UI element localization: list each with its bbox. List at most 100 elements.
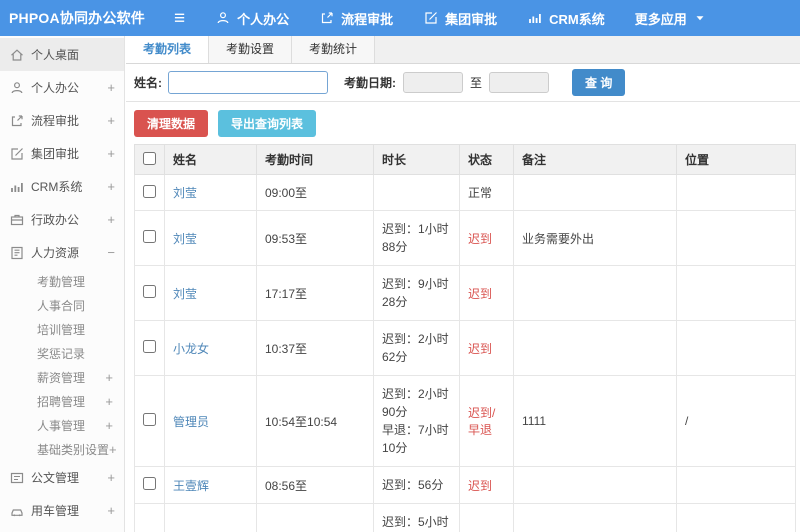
collapse-icon[interactable]: − xyxy=(107,245,115,260)
expand-icon[interactable]: + xyxy=(107,179,115,194)
row-checkbox-cell xyxy=(134,503,165,532)
sidebar-subitem[interactable]: 人事合同 xyxy=(0,293,124,317)
home-icon xyxy=(9,47,25,63)
employee-name-link[interactable]: 刘莹 xyxy=(164,174,257,211)
menu-toggle-icon[interactable]: ≡ xyxy=(174,9,185,28)
sidebar-item-label: 个人办公 xyxy=(31,81,80,95)
row-checkbox-cell xyxy=(134,210,165,266)
duration: 迟到：9小时28分 xyxy=(373,265,460,321)
row-checkbox[interactable] xyxy=(143,477,156,490)
attendance-time: 09:00至 xyxy=(256,174,374,211)
row-checkbox[interactable] xyxy=(143,413,156,426)
sidebar-item[interactable]: 集团审批 + xyxy=(0,137,124,170)
search-button[interactable]: 查 询 xyxy=(572,69,626,96)
nav-item-label: CRM系统 xyxy=(549,11,605,27)
sidebar-item[interactable]: 人力资源 − xyxy=(0,236,124,269)
employee-name-link[interactable]: 王壹辉 xyxy=(164,466,257,504)
main-panel: 考勤列表 考勤设置 考勤统计 姓名: 考勤日期: 至 查 询 清理数据 导出查询列表… xyxy=(126,36,800,532)
expand-icon[interactable]: + xyxy=(107,146,115,161)
employee-name-link[interactable]: 刘莹 xyxy=(164,265,257,321)
header-checkbox-cell xyxy=(134,144,165,175)
duration: 迟到：1小时88分 xyxy=(373,210,460,266)
sidebar-item-label: CRM系统 xyxy=(31,180,83,194)
sidebar-item[interactable]: 个人桌面 xyxy=(0,38,124,71)
attendance-time: 10:37至 xyxy=(256,320,374,376)
date-to-input[interactable] xyxy=(489,72,550,93)
nav-item[interactable]: 流程审批 xyxy=(319,9,393,28)
tab[interactable]: 考勤统计 xyxy=(292,36,376,63)
duration xyxy=(373,174,460,211)
edit-icon xyxy=(423,10,439,26)
expand-icon[interactable]: + xyxy=(107,212,115,227)
remark xyxy=(513,466,677,504)
sidebar-item[interactable]: 用车管理 + xyxy=(0,494,124,527)
nav-item[interactable]: 集团审批 xyxy=(423,9,497,28)
table-row: 小龙女 10:37至 迟到：2小时62分 迟到 xyxy=(134,320,796,376)
sidebar-item[interactable]: 行政办公 + xyxy=(0,203,124,236)
sidebar-subitem[interactable]: 培训管理 xyxy=(0,317,124,341)
sidebar-subitem[interactable]: 薪资管理 + xyxy=(0,365,124,389)
app-logo[interactable]: PHPOA协同办公软件 xyxy=(0,8,160,28)
tab[interactable]: 考勤设置 xyxy=(209,36,293,63)
table-row: 黄蓉13:20至13:20迟到：5小时33分早退：4小时67分迟到/早退 / xyxy=(134,503,796,532)
sidebar-item[interactable]: 档案管理+ xyxy=(0,527,124,532)
row-checkbox[interactable] xyxy=(143,184,156,198)
duration-line: 迟到：1小时88分 xyxy=(382,222,449,254)
row-checkbox[interactable] xyxy=(143,230,156,243)
flow-icon xyxy=(9,113,25,129)
expand-icon[interactable]: + xyxy=(107,113,115,128)
remark xyxy=(513,320,677,376)
export-list-button[interactable]: 导出查询列表 xyxy=(218,110,317,137)
employee-name-link[interactable]: 黄蓉 xyxy=(164,503,257,532)
attendance-time: 13:20至13:20 xyxy=(256,503,374,532)
expand-icon[interactable]: + xyxy=(107,80,115,95)
sidebar-subitem[interactable]: 人事管理 + xyxy=(0,413,124,437)
nav-item-label: 流程审批 xyxy=(341,11,394,27)
chart-icon xyxy=(9,179,25,195)
expand-icon[interactable]: + xyxy=(107,470,115,485)
name-input[interactable] xyxy=(168,71,328,94)
sidebar-item[interactable]: 个人办公 + xyxy=(0,71,124,104)
employee-name-link[interactable]: 管理员 xyxy=(164,375,257,467)
date-label: 考勤日期: xyxy=(344,76,396,90)
tab[interactable]: 考勤列表 xyxy=(126,36,210,63)
sidebar-subitem-label: 人事管理 xyxy=(37,418,86,433)
location xyxy=(676,174,796,211)
date-from-input[interactable] xyxy=(403,72,463,93)
expand-icon[interactable]: + xyxy=(105,418,113,433)
duration-line: 迟到：9小时28分 xyxy=(382,277,449,309)
row-checkbox[interactable] xyxy=(143,285,156,298)
top-menu: 个人办公 流程审批 集团审批 CRM系统 更多应用 xyxy=(185,9,707,28)
remark: 1111 xyxy=(513,375,677,467)
sidebar-item[interactable]: CRM系统 + xyxy=(0,170,124,203)
sidebar-subitem-label: 考勤管理 xyxy=(37,274,86,289)
table-row: 管理员 10:54至10:54 迟到：2小时90分 早退：7小时10分 迟到/早退 111… xyxy=(134,375,796,467)
select-all-checkbox[interactable] xyxy=(143,151,156,165)
employee-name-link[interactable]: 刘莹 xyxy=(164,210,257,266)
sidebar-subitem[interactable]: 招聘管理 + xyxy=(0,389,124,413)
row-checkbox[interactable] xyxy=(143,340,156,353)
sidebar-item-label: 集团审批 xyxy=(31,147,80,161)
nav-item[interactable]: 个人办公 xyxy=(215,9,289,28)
sidebar-subitem[interactable]: 考勤管理 xyxy=(0,269,124,293)
sidebar-subitem[interactable]: 奖惩记录 xyxy=(0,341,124,365)
clean-data-button[interactable]: 清理数据 xyxy=(134,110,209,137)
remark xyxy=(513,265,677,321)
expand-icon[interactable]: + xyxy=(105,394,113,409)
nav-item-label: 更多应用 xyxy=(634,11,687,27)
column-header: 备注 xyxy=(513,144,677,175)
expand-icon[interactable]: + xyxy=(109,442,117,457)
employee-name-link[interactable]: 小龙女 xyxy=(164,320,257,376)
location xyxy=(676,265,796,321)
sidebar-subitem[interactable]: 基础类别设置 + xyxy=(0,437,124,461)
table-header-row: 姓名 考勤时间 时长 状态 备注 位置 xyxy=(134,144,796,175)
status-badge: 迟到 xyxy=(459,320,514,376)
nav-item[interactable]: 更多应用 xyxy=(635,9,707,28)
expand-icon[interactable]: + xyxy=(105,370,113,385)
sidebar-item[interactable]: 公文管理 + xyxy=(0,461,124,494)
nav-item[interactable]: CRM系统 xyxy=(527,9,605,28)
column-header: 状态 xyxy=(459,144,514,175)
sidebar-item[interactable]: 流程审批 + xyxy=(0,104,124,137)
status-badge: 迟到 xyxy=(459,210,514,266)
expand-icon[interactable]: + xyxy=(107,503,115,518)
